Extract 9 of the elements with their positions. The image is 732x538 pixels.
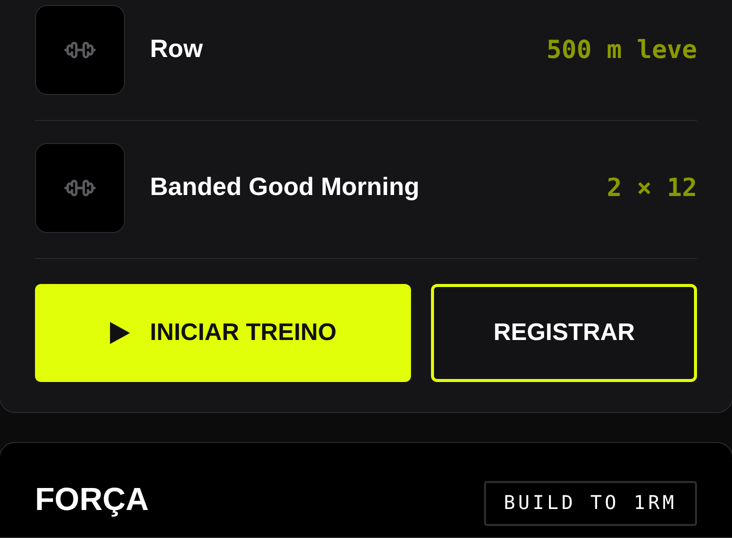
exercise-name: Banded Good Morning [150,172,420,203]
section-title: FORÇA [35,480,149,519]
exercise-detail: 2 × 12 [606,172,697,204]
register-button[interactable]: REGISTRAR [431,284,697,382]
start-workout-button[interactable]: INICIAR TREINO [35,284,412,382]
exercise-name: Row [150,34,204,65]
play-icon [110,322,130,344]
section-tag: BUILD TO 1RM [484,481,697,526]
exercise-detail: 500 m leve [546,34,697,66]
